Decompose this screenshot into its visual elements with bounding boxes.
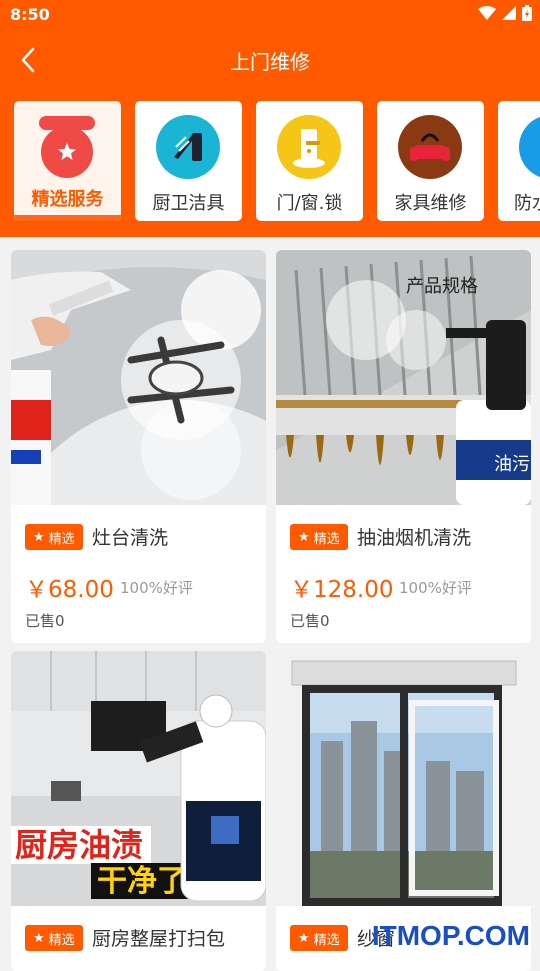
status-time: 8:50 [10,5,50,24]
nav-bar: 上门维修 [0,32,540,88]
svg-text:产品规格: 产品规格 [406,276,478,297]
status-bar: 8:50 [0,0,540,32]
category-waterproof[interactable]: 防水 [498,101,540,221]
window-screen-photo [276,651,531,906]
header: 8:50 上门维修 精选服务 厨卫洁具 门/窗.锁 家具维修 防 [0,0,540,237]
waterproof-icon [519,115,540,179]
product-title: 灶台清洗 [92,527,169,549]
door-lock-icon [277,115,341,179]
product-price: ￥68.00 [25,577,114,603]
category-label: 厨卫洁具 [152,193,225,214]
product-card[interactable]: 厨房油渍 干净了 ★ 精选 厨房整屋打扫包 [11,651,266,971]
category-label: 家具维修 [394,193,467,214]
range-hood-cleaning-photo: 油污 产品规格 [276,250,531,505]
svg-text:干净了: 干净了 [97,864,187,899]
product-title: 抽油烟机清洗 [357,527,472,549]
category-active-indicator [14,215,121,221]
featured-badge: ★ 精选 [290,524,348,550]
product-rating: 100%好评 [120,579,193,597]
category-bathroom[interactable]: 厨卫洁具 [135,101,242,221]
category-featured[interactable]: 精选服务 [14,101,121,221]
featured-badge: ★ 精选 [25,925,83,951]
category-label: 精选服务 [31,189,104,210]
category-scroller[interactable]: 精选服务 厨卫洁具 门/窗.锁 家具维修 防 [0,101,540,223]
category-label: 门/窗.锁 [276,193,343,214]
stove-cleaning-photo [11,250,266,505]
category-doors-windows-locks[interactable]: 门/窗.锁 [256,101,363,221]
featured-badge: ★ 精选 [25,524,83,550]
product-card[interactable]: 油污 产品规格 ★ 精选 抽油烟机清洗 ￥128.00 100%好评 已售0 [276,250,531,643]
status-icons [478,5,532,21]
sofa-icon [398,115,462,179]
watermark: ITMOP.COM [371,920,530,951]
star-icon: ★ [298,930,310,946]
wifi-icon [478,6,496,20]
featured-badge: ★ 精选 [290,925,348,951]
kitchen-cleaning-photo: 厨房油渍 干净了 [11,651,266,906]
shower-icon [156,115,220,179]
star-icon: ★ [33,529,45,545]
page-title: 上门维修 [230,50,310,74]
star-icon: ★ [33,930,45,946]
category-label: 防水 [514,193,540,214]
signal-icon [502,6,516,20]
product-price: ￥128.00 [290,577,394,603]
product-sold-count: 已售0 [25,612,65,630]
product-rating: 100%好评 [399,579,472,597]
product-sold-count: 已售0 [290,612,330,630]
category-furniture-repair[interactable]: 家具维修 [377,101,484,221]
svg-text:油污: 油污 [494,454,530,475]
badge-star-icon [35,115,99,179]
svg-text:厨房油渍: 厨房油渍 [15,826,143,864]
battery-icon [522,5,532,21]
product-card[interactable]: ★ 精选 灶台清洗 ￥68.00 100%好评 已售0 [11,250,266,643]
product-title: 厨房整屋打扫包 [92,928,226,950]
star-icon: ★ [298,529,310,545]
